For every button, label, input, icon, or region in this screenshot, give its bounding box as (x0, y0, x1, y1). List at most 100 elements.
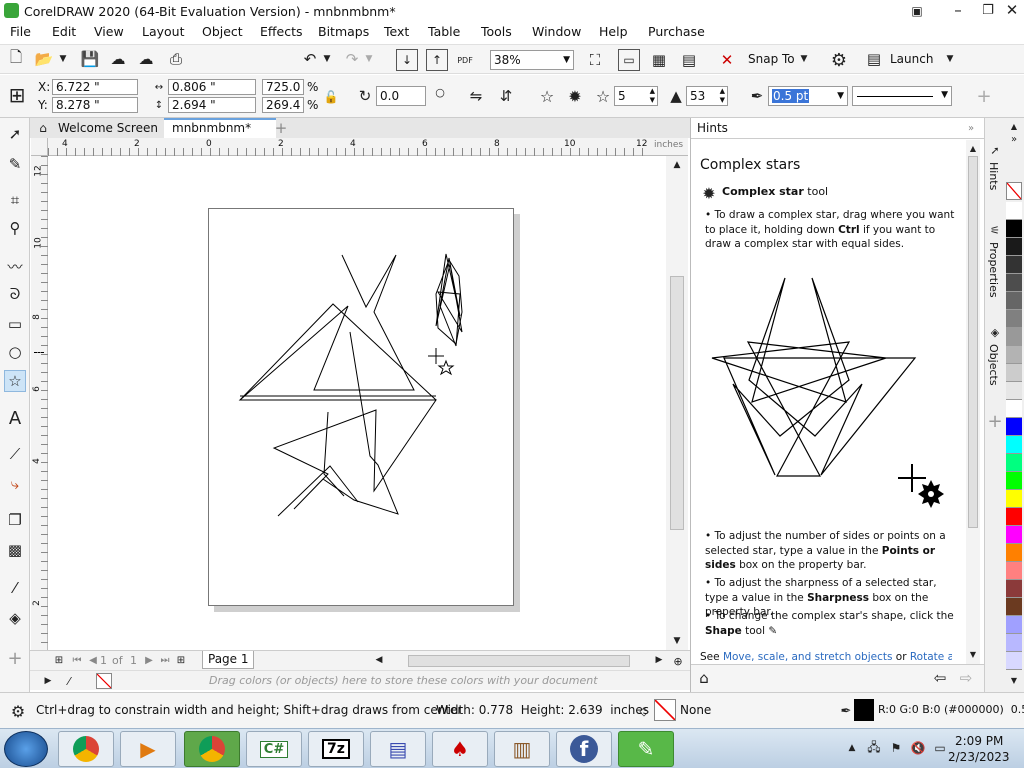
menu-help[interactable]: Help (599, 24, 628, 39)
launch-label[interactable]: Launch (890, 52, 933, 66)
outline-pen-status-icon[interactable]: ✒ (838, 701, 854, 721)
redo-icon[interactable]: ↷ (342, 49, 362, 69)
taskbar-facebook[interactable]: f (556, 731, 612, 767)
taskbar-installer[interactable]: ▤ (370, 731, 426, 767)
taskbar-chrome-2[interactable] (184, 731, 240, 767)
drawing-canvas[interactable] (34, 156, 666, 650)
options-gear-icon[interactable]: ⚙ (828, 49, 850, 71)
no-color-swatch[interactable] (96, 673, 112, 689)
points-sides-field[interactable]: 5 ▲ ▼ (614, 86, 658, 106)
export-icon[interactable]: ↑ (426, 49, 448, 71)
ellipse-tool-icon[interactable]: ○ (5, 342, 25, 362)
maximize-icon[interactable]: ❐ (976, 0, 1000, 20)
scroll-up-icon[interactable]: ▲ (670, 158, 684, 172)
publish-pdf-icon[interactable]: PDF (454, 49, 476, 71)
import-icon[interactable]: ↓ (396, 49, 418, 71)
docker-scrollbar[interactable]: ▲ ▼ (966, 140, 980, 664)
open-icon[interactable]: 📂 (34, 49, 54, 69)
taskbar-books[interactable]: ▥ (494, 731, 550, 767)
scroll-left-icon[interactable]: ◀ (372, 653, 386, 667)
palette-swatch[interactable] (1006, 454, 1022, 472)
freehand-tool-icon[interactable]: 〰 (5, 256, 25, 276)
vertical-scroll-thumb[interactable] (670, 276, 684, 530)
menu-table[interactable]: Table (428, 24, 460, 39)
eyedropper-tool-icon[interactable]: ⁄ (5, 578, 25, 598)
menu-view[interactable]: View (94, 24, 124, 39)
transparency-tool-icon[interactable]: ▩ (5, 540, 25, 560)
tab-welcome-screen[interactable]: ⌂ Welcome Screen (32, 119, 162, 138)
tray-network-icon[interactable]: 🖧 (866, 739, 882, 757)
menu-effects[interactable]: Effects (260, 24, 303, 39)
link-move-scale-stretch[interactable]: Move, scale, and stretch objects (723, 651, 893, 663)
drawing-objects[interactable] (48, 156, 666, 650)
rectangle-tool-icon[interactable]: ▭ (5, 314, 25, 334)
show-grid-icon[interactable]: ▦ (648, 49, 670, 71)
object-origin-icon[interactable]: ⊞ (4, 82, 30, 108)
palette-swatch[interactable] (1006, 490, 1022, 508)
clock-time[interactable]: 2:09 PM (955, 734, 1003, 748)
horizontal-scroll-thumb[interactable] (408, 655, 630, 667)
scroll-right-icon[interactable]: ▶ (652, 653, 666, 667)
horizontal-ruler[interactable]: 4 2 0 2 4 6 8 10 12 inches (48, 138, 688, 156)
palette-swatch[interactable] (1006, 580, 1022, 598)
menu-layout[interactable]: Layout (142, 24, 185, 39)
connector-tool-icon[interactable]: ⤷ (5, 474, 25, 494)
save-icon[interactable]: 💾 (80, 49, 100, 69)
palette-swatch[interactable] (1006, 508, 1022, 526)
crop-tool-icon[interactable]: ⌗ (5, 190, 25, 210)
menu-window[interactable]: Window (532, 24, 581, 39)
docker-collapse-icon[interactable]: » (965, 121, 977, 135)
palette-swatch[interactable] (1006, 652, 1022, 670)
last-page-icon[interactable]: ⏭ (158, 653, 172, 667)
palette-options-icon[interactable]: » (1006, 132, 1022, 146)
snap-dropdown-icon[interactable]: ▼ (798, 51, 810, 67)
palette-swatch[interactable] (1006, 346, 1022, 364)
menu-file[interactable]: File (10, 24, 31, 39)
page-tab[interactable]: Page 1 (202, 651, 254, 669)
docker-tab-properties[interactable]: Properties (987, 242, 1000, 298)
menu-bitmaps[interactable]: Bitmaps (318, 24, 369, 39)
hints-back-icon[interactable]: ⇦ (931, 669, 949, 687)
taskbar-media[interactable]: ▶ (120, 731, 176, 767)
fill-bucket-icon[interactable]: ◇ (636, 701, 652, 721)
outline-width-select[interactable]: 0.5 pt ▼ (768, 86, 848, 106)
palette-swatch[interactable] (1006, 598, 1022, 616)
zoom-to-fit-icon[interactable]: ⛶ (584, 49, 606, 71)
complex-star-icon[interactable]: ✹ (564, 85, 586, 107)
launch-icon[interactable]: ▤ (864, 49, 884, 69)
fill-none-swatch[interactable] (654, 699, 676, 721)
docker-tab-objects[interactable]: Objects (987, 344, 1000, 386)
scale-y-field[interactable]: 269.4 (262, 97, 304, 113)
tray-display-icon[interactable]: ▭ (932, 739, 948, 757)
taskbar-csharp[interactable]: C# (246, 731, 302, 767)
palette-eyedropper-icon[interactable]: ⁄ (62, 673, 76, 689)
close-icon[interactable]: ✕ (1000, 0, 1024, 20)
width-field[interactable]: 0.806 " (168, 79, 256, 95)
palette-swatch[interactable] (1006, 256, 1022, 274)
menu-tools[interactable]: Tools (481, 24, 512, 39)
new-document-icon[interactable]: 🗋 (6, 48, 26, 69)
open-dropdown-icon[interactable]: ▼ (58, 51, 68, 67)
undo-dropdown-icon[interactable]: ▼ (322, 51, 332, 67)
palette-swatch[interactable] (1006, 292, 1022, 310)
docker-scroll-up-icon[interactable]: ▲ (967, 142, 979, 154)
shape-tool-icon[interactable]: ✎ (5, 154, 25, 174)
text-tool-icon[interactable]: A (5, 408, 25, 429)
minimize-icon[interactable]: – (946, 0, 970, 20)
ruler-origin-corner[interactable] (31, 138, 48, 156)
next-page-icon[interactable]: ▶ (142, 653, 156, 667)
start-button[interactable] (4, 731, 48, 767)
full-screen-preview-icon[interactable]: ▭ (618, 49, 640, 71)
no-fill-swatch[interactable] (1006, 182, 1022, 200)
palette-swatch[interactable] (1006, 562, 1022, 580)
palette-scroll-down-icon[interactable]: ▼ (1006, 674, 1022, 686)
palette-swatch[interactable] (1006, 310, 1022, 328)
line-style-select[interactable]: ▼ (852, 86, 952, 106)
height-field[interactable]: 2.694 " (168, 97, 256, 113)
first-page-icon[interactable]: ⏮ (70, 653, 84, 667)
undo-icon[interactable]: ↶ (300, 49, 320, 69)
palette-swatch[interactable] (1006, 526, 1022, 544)
palette-swatch[interactable] (1006, 220, 1022, 238)
menu-purchase[interactable]: Purchase (648, 24, 705, 39)
docker-scroll-down-icon[interactable]: ▼ (967, 648, 979, 660)
